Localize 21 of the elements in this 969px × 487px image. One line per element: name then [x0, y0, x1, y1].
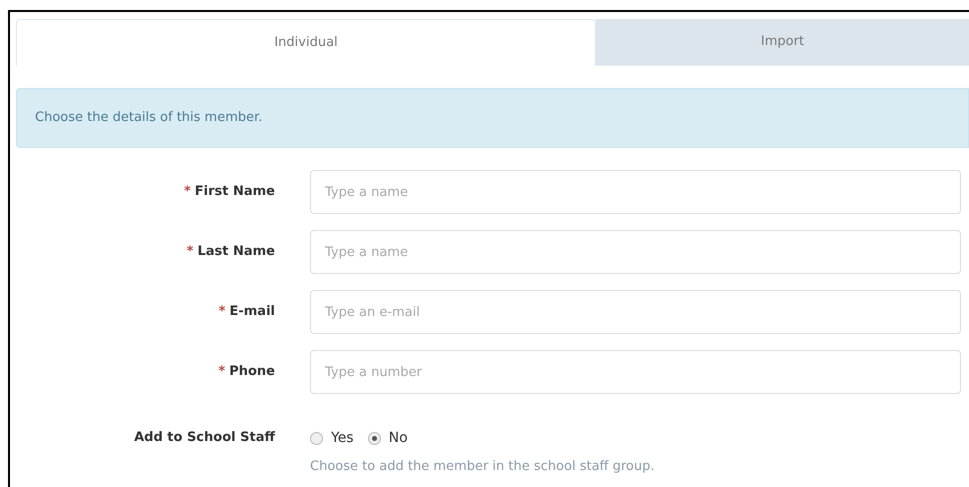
field-label: First Name	[194, 183, 275, 202]
required-marker: *	[184, 183, 191, 202]
radio-button[interactable]	[368, 432, 381, 445]
option-label[interactable]: Yes	[331, 428, 354, 449]
required-marker: *	[186, 243, 194, 262]
option-label[interactable]: No	[388, 428, 408, 449]
field-label: Phone	[229, 363, 275, 382]
field-label: E-mail	[229, 303, 275, 322]
tab[interactable]: Import	[596, 19, 969, 66]
required-marker: *	[218, 303, 226, 322]
input-field[interactable]: Type a name	[310, 230, 961, 274]
help-text: Choose to add the member in the school staff group.	[310, 458, 655, 476]
required-marker: *	[218, 363, 226, 382]
input-field[interactable]: Type a number	[310, 350, 961, 394]
input-field[interactable]: Type an e-mail	[310, 290, 961, 334]
info-alert: Choose the details of this member.	[16, 88, 969, 148]
field-label: Add to School Staff	[134, 429, 275, 447]
radio-button[interactable]	[310, 432, 323, 445]
input-field[interactable]: Type a name	[310, 170, 961, 214]
field-label: Last Name	[197, 243, 275, 262]
tab[interactable]: Individual	[16, 19, 596, 66]
